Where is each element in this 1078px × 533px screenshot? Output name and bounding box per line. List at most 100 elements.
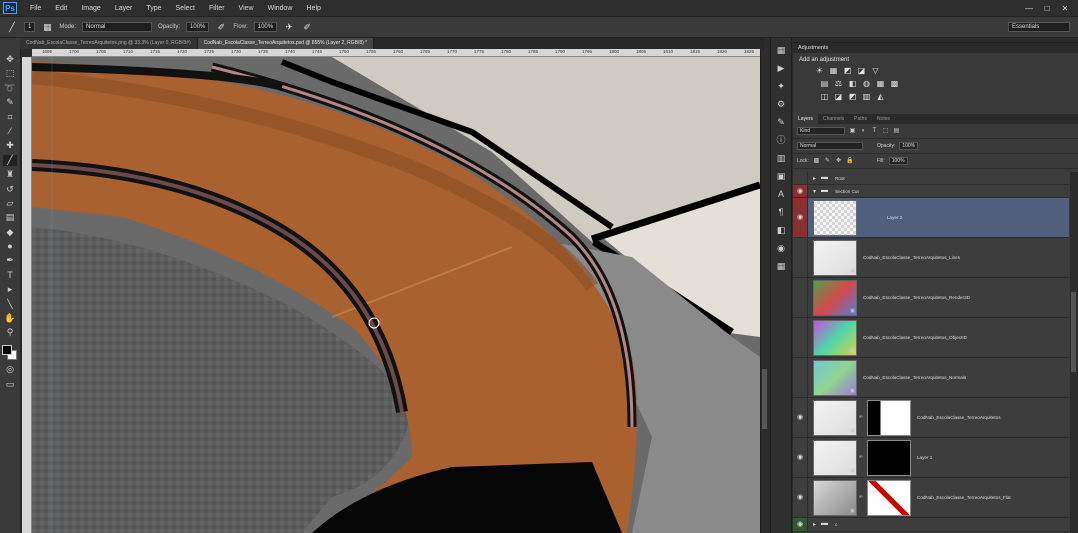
- dodge-tool-icon[interactable]: ●: [3, 241, 17, 252]
- screen-mode-icon[interactable]: ▭: [3, 379, 17, 390]
- blend-mode-select[interactable]: Normal: [797, 142, 863, 150]
- color-swatches[interactable]: [2, 344, 18, 361]
- pressure-opacity-icon[interactable]: ✐: [215, 21, 227, 33]
- tool-presets-icon[interactable]: ⚙: [775, 98, 787, 110]
- menu-image[interactable]: Image: [74, 5, 107, 12]
- adjustment-icon[interactable]: ▽: [871, 66, 880, 75]
- brush-panel-toggle-icon[interactable]: ▦: [41, 21, 53, 33]
- layer-row[interactable]: ◉ ∞ Layer 1 ▣: [793, 438, 1069, 478]
- menu-edit[interactable]: Edit: [48, 5, 74, 12]
- layers-scroll-thumb[interactable]: [1071, 292, 1076, 372]
- brush-presets-icon[interactable]: ✦: [775, 80, 787, 92]
- layer-mask-thumbnail[interactable]: [867, 480, 911, 516]
- tab-notes[interactable]: Notes: [872, 114, 895, 124]
- adjustment-icon[interactable]: ▤: [820, 79, 829, 88]
- adjustment-icon[interactable]: ▩: [890, 79, 899, 88]
- visibility-eye-icon[interactable]: ◉: [793, 398, 808, 437]
- visibility-eye-icon[interactable]: ◉: [793, 438, 808, 477]
- visibility-eye-icon[interactable]: ◉: [793, 518, 808, 531]
- visibility-eye-icon[interactable]: [793, 172, 808, 184]
- clone-stamp-icon[interactable]: ♜: [3, 169, 17, 180]
- healing-brush-icon[interactable]: ✚: [3, 140, 17, 151]
- tab-paths[interactable]: Paths: [849, 114, 872, 124]
- history-icon[interactable]: ▦: [775, 44, 787, 56]
- eraser-icon[interactable]: ▱: [3, 198, 17, 209]
- workspace-select[interactable]: Essentials: [1008, 22, 1070, 32]
- type-tool-icon[interactable]: T: [3, 270, 17, 281]
- layer-row[interactable]: CodNab_EscolaClasse_TerreoArquitetos_Lin…: [793, 238, 1069, 278]
- filter-shape-icon[interactable]: ⬚: [882, 127, 889, 135]
- brush-size-field[interactable]: 1: [24, 22, 36, 32]
- hand-tool-icon[interactable]: ✋: [3, 313, 17, 324]
- expand-arrow-icon[interactable]: ▸: [813, 175, 816, 182]
- visibility-eye-icon[interactable]: [793, 318, 808, 357]
- eyedropper-icon[interactable]: ⁄: [3, 126, 17, 137]
- marquee-tool-icon[interactable]: ⬚: [3, 68, 17, 79]
- flow-field[interactable]: 100%: [253, 22, 278, 32]
- menu-filter[interactable]: Filter: [202, 5, 232, 12]
- expand-arrow-icon[interactable]: ▾: [813, 188, 816, 195]
- link-icon[interactable]: ∞: [859, 414, 863, 420]
- info-icon[interactable]: ⓘ: [775, 134, 787, 146]
- lock-transparency-icon[interactable]: ▩: [813, 157, 820, 165]
- layer-opacity-field[interactable]: 100%: [899, 142, 919, 150]
- brush-panel-icon[interactable]: ✎: [775, 116, 787, 128]
- mode-select[interactable]: Normal: [82, 22, 153, 32]
- layer-mask-thumbnail[interactable]: [867, 400, 911, 436]
- link-icon[interactable]: ∞: [859, 454, 863, 460]
- pressure-size-icon[interactable]: ✐: [301, 21, 313, 33]
- paragraph-icon[interactable]: ¶: [775, 206, 787, 218]
- adjustment-icon[interactable]: ▥: [862, 92, 871, 101]
- adjustment-icon[interactable]: ☀: [815, 66, 824, 75]
- brush-tool-icon[interactable]: ╱: [3, 154, 17, 166]
- tab-layers[interactable]: Layers: [793, 114, 819, 124]
- lock-pixels-icon[interactable]: ✎: [824, 157, 831, 165]
- layers-scrollbar[interactable]: [1070, 172, 1078, 533]
- styles-icon[interactable]: ◧: [775, 224, 787, 236]
- menu-select[interactable]: Select: [169, 5, 202, 12]
- adjustment-icon[interactable]: ⚖: [834, 79, 843, 88]
- layer-comps-icon[interactable]: ▥: [775, 152, 787, 164]
- visibility-eye-icon[interactable]: ◉: [793, 185, 808, 197]
- link-icon[interactable]: ∞: [859, 494, 863, 500]
- quick-mask-icon[interactable]: ◎: [3, 364, 17, 375]
- canvas-scroll-thumb[interactable]: [762, 369, 767, 429]
- navigator-icon[interactable]: ▣: [775, 170, 787, 182]
- adjustment-icon[interactable]: ◍: [862, 79, 871, 88]
- path-select-icon[interactable]: ▸: [3, 284, 17, 295]
- adjustment-icon[interactable]: ◩: [848, 92, 857, 101]
- airbrush-icon[interactable]: ✈: [283, 21, 295, 33]
- expand-arrow-icon[interactable]: ▸: [813, 521, 816, 528]
- character-icon[interactable]: A: [775, 188, 787, 200]
- tab-document-png[interactable]: CodNab_EscolaClasse_TerreoArquitetos.png…: [20, 38, 198, 49]
- brush-preset-icon[interactable]: ╱: [6, 21, 18, 33]
- menu-window[interactable]: Window: [261, 5, 300, 12]
- history-brush-icon[interactable]: ↺: [3, 184, 17, 195]
- adjustment-icon[interactable]: ◭: [876, 92, 885, 101]
- filter-smart-object-icon[interactable]: ▤: [893, 127, 900, 135]
- menu-type[interactable]: Type: [139, 5, 168, 12]
- gradient-tool-icon[interactable]: ▤: [3, 212, 17, 223]
- document-canvas[interactable]: [32, 57, 760, 533]
- menu-help[interactable]: Help: [300, 5, 328, 12]
- adjustment-icon[interactable]: ◫: [820, 92, 829, 101]
- filter-type-icon[interactable]: T: [871, 127, 878, 135]
- lock-position-icon[interactable]: ✥: [835, 157, 842, 165]
- tab-channels[interactable]: Channels: [818, 114, 849, 124]
- visibility-eye-icon[interactable]: [793, 358, 808, 397]
- layer-group-row[interactable]: ◉ ▸ ▬ c: [793, 518, 1069, 532]
- visibility-eye-icon[interactable]: [793, 238, 808, 277]
- crop-tool-icon[interactable]: ⌗: [3, 112, 17, 123]
- adjustments-title[interactable]: Adjustments: [793, 43, 1078, 53]
- move-tool-icon[interactable]: ✥: [3, 54, 17, 65]
- swatches-icon[interactable]: ▦: [775, 260, 787, 272]
- layer-row[interactable]: ◉ Layer 2: [793, 198, 1069, 238]
- menu-view[interactable]: View: [232, 5, 261, 12]
- layer-row[interactable]: CodNab_EscolaClasse_TerreoArquitetos_Ren…: [793, 278, 1069, 318]
- layer-mask-thumbnail[interactable]: [867, 440, 911, 476]
- lock-all-icon[interactable]: 🔒: [846, 157, 853, 165]
- adjustment-icon[interactable]: ▦: [876, 79, 885, 88]
- visibility-eye-icon[interactable]: ◉: [793, 198, 808, 237]
- tab-document-psd[interactable]: CodNab_EscolaClasse_TerreoArquitetos.psd…: [197, 38, 375, 49]
- blur-tool-icon[interactable]: ◆: [3, 227, 17, 238]
